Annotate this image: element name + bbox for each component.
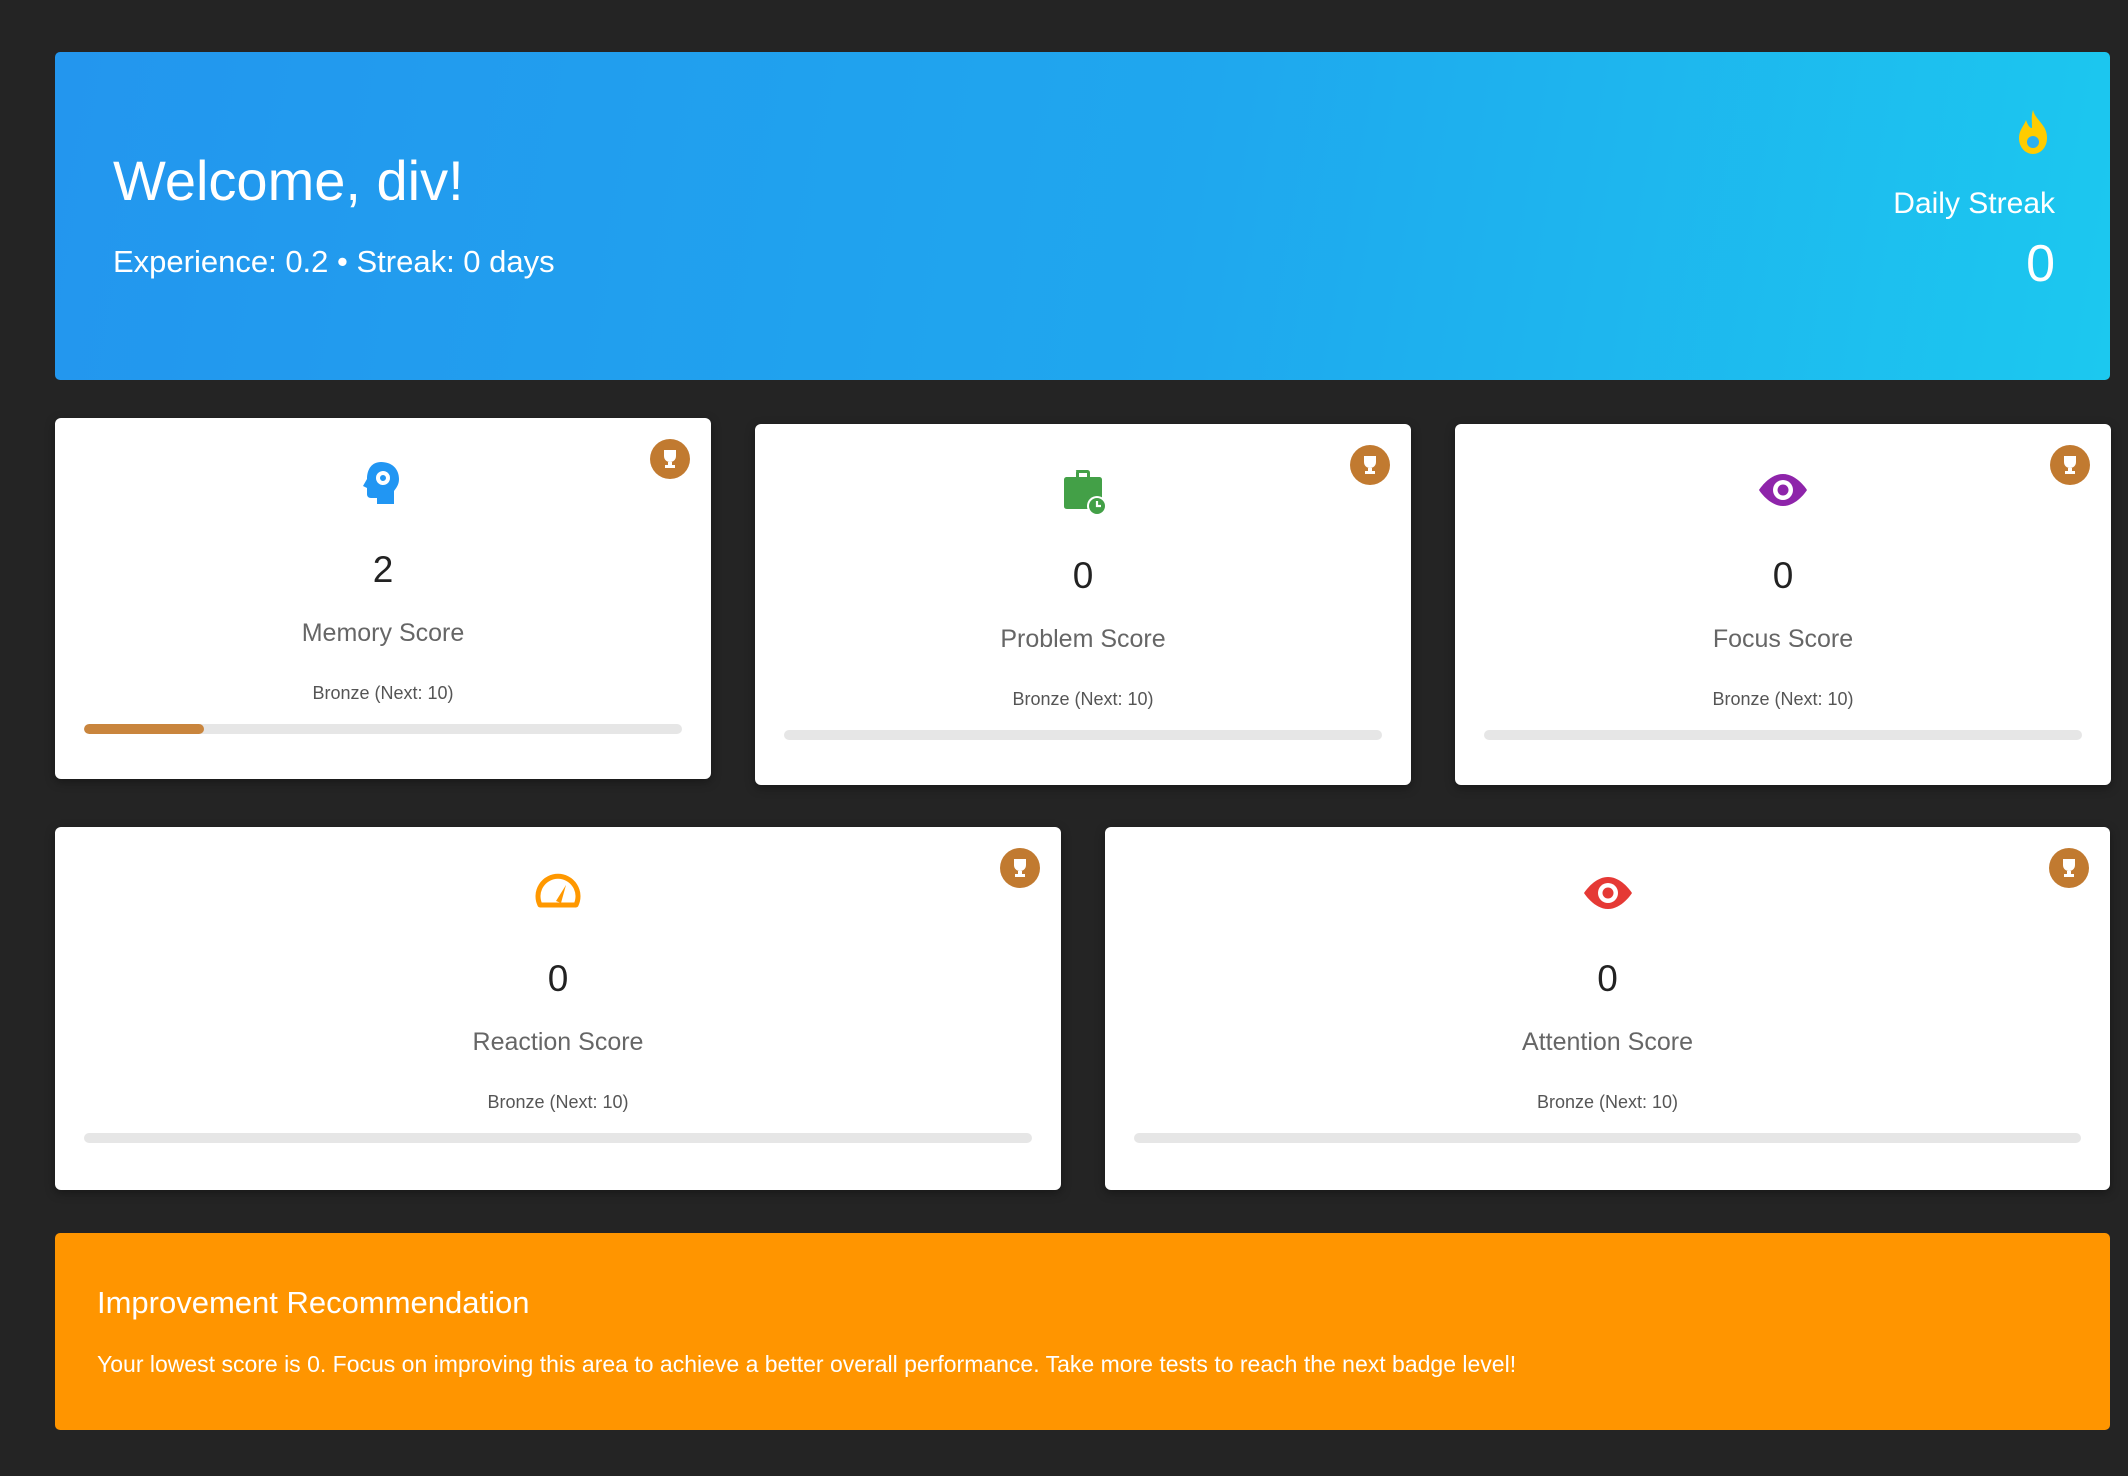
focus-score-value: 0 <box>1772 555 1794 596</box>
eye-icon <box>1759 474 1807 506</box>
trophy-icon <box>1350 445 1390 485</box>
memory-progress-bar <box>84 724 682 734</box>
daily-streak-label: Daily Streak <box>1893 187 2055 220</box>
brain-gear-icon <box>363 462 399 504</box>
problem-progress-bar <box>784 730 1382 740</box>
problem-score-label: Problem Score <box>1000 625 1166 653</box>
experience-streak-summary: Experience: 0.2 • Streak: 0 days <box>113 244 555 279</box>
problem-score-card: 0 Problem Score Bronze (Next: 10) <box>755 424 1411 785</box>
speedometer-icon <box>535 873 581 908</box>
problem-score-value: 0 <box>1072 555 1094 596</box>
reaction-score-value: 0 <box>547 958 569 999</box>
trophy-icon <box>2049 848 2089 888</box>
memory-progress-fill <box>84 724 204 734</box>
problem-badge-level: Bronze (Next: 10) <box>1012 689 1154 709</box>
daily-streak: Daily Streak 0 <box>1835 108 2055 294</box>
reaction-score-label: Reaction Score <box>472 1028 644 1056</box>
briefcase-clock-icon <box>1064 470 1107 516</box>
memory-badge-level: Bronze (Next: 10) <box>312 683 454 703</box>
reaction-badge-level: Bronze (Next: 10) <box>487 1092 629 1112</box>
attention-progress-bar <box>1134 1133 2081 1143</box>
trophy-icon <box>650 439 690 479</box>
focus-progress-bar <box>1484 730 2082 740</box>
recommendation-text: Your lowest score is 0. Focus on improvi… <box>97 1351 1517 1377</box>
focus-badge-level: Bronze (Next: 10) <box>1712 689 1854 709</box>
dashboard: Welcome, div! Experience: 0.2 • Streak: … <box>0 0 2128 1476</box>
focus-score-card: 0 Focus Score Bronze (Next: 10) <box>1455 424 2111 785</box>
memory-score-card: 2 Memory Score Bronze (Next: 10) <box>55 418 711 779</box>
trophy-icon <box>2050 445 2090 485</box>
attention-score-value: 0 <box>1597 958 1618 999</box>
daily-streak-value: 0 <box>2026 235 2055 293</box>
memory-score-label: Memory Score <box>301 619 465 647</box>
focus-score-label: Focus Score <box>1712 625 1854 653</box>
fire-icon <box>2019 110 2047 154</box>
attention-badge-level: Bronze (Next: 10) <box>1536 1092 1679 1112</box>
welcome-title: Welcome, div! <box>113 149 464 212</box>
welcome-banner: Welcome, div! Experience: 0.2 • Streak: … <box>55 52 2110 380</box>
attention-score-label: Attention Score <box>1522 1028 1693 1056</box>
trophy-icon <box>1000 848 1040 888</box>
attention-score-card: 0 Attention Score Bronze (Next: 10) <box>1105 827 2110 1190</box>
reaction-score-card: 0 Reaction Score Bronze (Next: 10) <box>55 827 1061 1190</box>
recommendation-title: Improvement Recommendation <box>97 1285 530 1320</box>
reaction-progress-bar <box>84 1133 1032 1143</box>
improvement-recommendation: Improvement Recommendation Your lowest s… <box>55 1233 2110 1430</box>
memory-score-value: 2 <box>372 549 394 590</box>
eye-icon <box>1583 877 1632 909</box>
